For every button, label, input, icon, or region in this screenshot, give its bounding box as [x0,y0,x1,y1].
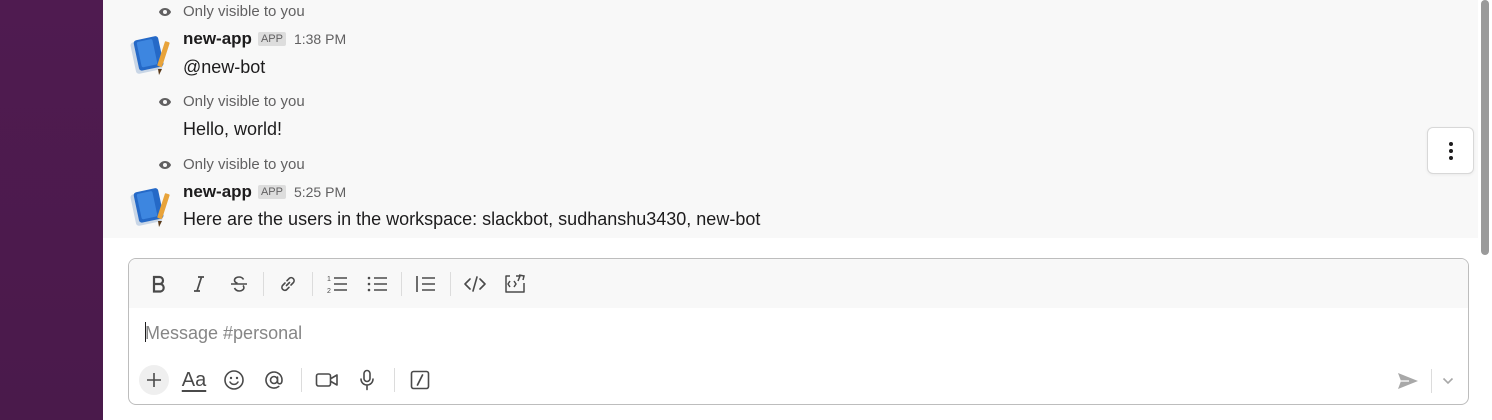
sender-name[interactable]: new-app [183,182,252,202]
ephemeral-notice: Only visible to you [158,93,305,110]
video-icon[interactable] [310,363,344,397]
vertical-ellipsis-icon [1448,141,1453,160]
message-header: new-app APP 5:25 PM [183,182,346,202]
slash-command-icon[interactable] [403,363,437,397]
ordered-list-icon[interactable]: 12 [319,266,355,302]
composer-actions: Aa [139,363,443,397]
ephemeral-text: Only visible to you [183,3,305,20]
sender-name[interactable]: new-app [183,29,252,49]
ephemeral-text: Only visible to you [183,93,305,110]
eye-icon [159,160,171,169]
message-text: @new-bot [183,57,266,77]
bulleted-list-icon[interactable] [359,266,395,302]
text-format-icon[interactable]: Aa [177,363,211,397]
svg-text:1: 1 [327,276,331,283]
strikethrough-icon[interactable] [221,266,257,302]
mention-icon[interactable] [257,363,291,397]
toolbar-divider [401,271,402,296]
blockquote-icon[interactable] [408,266,444,302]
toolbar-divider [450,271,451,296]
eye-icon [159,97,171,106]
toolbar-divider [301,368,302,392]
message-text: Hello, world! [183,119,283,139]
send-icon[interactable] [1393,367,1423,395]
code-block-icon[interactable] [497,266,533,302]
link-icon[interactable] [270,266,306,302]
toolbar-divider [263,271,264,296]
code-icon[interactable] [457,266,493,302]
ephemeral-notice: Only visible to you [158,3,305,20]
book-icon [130,36,170,75]
emoji-icon[interactable] [217,363,251,397]
microphone-icon[interactable] [350,363,384,397]
send-controls [1393,367,1456,395]
toolbar-divider [312,271,313,296]
avatar[interactable] [128,31,174,77]
text-cursor [145,322,146,342]
ephemeral-notice: Only visible to you [158,156,305,173]
more-actions-button[interactable] [1427,127,1474,174]
app-badge: APP [257,32,286,46]
message-composer: 12 Aa [128,258,1469,405]
ephemeral-text: Only visible to you [183,156,305,173]
text-format-label: Aa [181,368,207,391]
plus-icon[interactable] [139,365,169,395]
toolbar-divider [394,368,395,392]
toolbar-divider [1431,369,1432,393]
eye-icon [159,7,171,16]
channel-pane: Only visible to you new-app APP 1:38 PM … [103,0,1492,420]
svg-text:2: 2 [327,288,331,294]
formatting-toolbar: 12 [129,259,1468,308]
bold-icon[interactable] [141,266,177,302]
workspace-sidebar [0,0,103,420]
message-feed: Only visible to you new-app APP 1:38 PM … [103,0,1478,238]
chevron-down-icon[interactable] [1440,367,1456,395]
scrollbar-thumb[interactable] [1481,0,1489,255]
avatar[interactable] [128,183,174,229]
book-icon [130,188,170,227]
timestamp[interactable]: 5:25 PM [294,184,346,200]
app-badge: APP [257,185,286,199]
italic-icon[interactable] [181,266,217,302]
scrollbar-track[interactable] [1478,0,1492,420]
message-input[interactable] [145,319,1445,347]
timestamp[interactable]: 1:38 PM [294,31,346,47]
message-header: new-app APP 1:38 PM [183,29,346,49]
message-text: Here are the users in the workspace: sla… [183,209,761,229]
